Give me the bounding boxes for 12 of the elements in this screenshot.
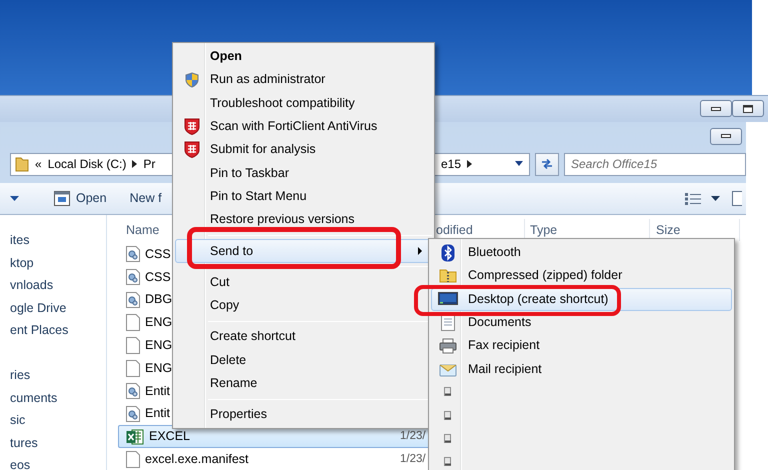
file-name: ENG (145, 315, 172, 330)
file-name: EXCEL (149, 429, 190, 444)
file-name: ENG (145, 360, 172, 376)
file-name: Entit (145, 406, 170, 422)
file-name: ENG (145, 338, 172, 354)
date-text: 1/23/ (400, 452, 426, 466)
file-name: Entit (145, 384, 170, 399)
date-text: 1/23/ (400, 430, 426, 444)
file-name: DBG (145, 292, 172, 308)
file-name: CSS (145, 270, 171, 285)
file-name: excel.exe.manifest (145, 452, 249, 468)
file-name: CSS (145, 246, 171, 262)
